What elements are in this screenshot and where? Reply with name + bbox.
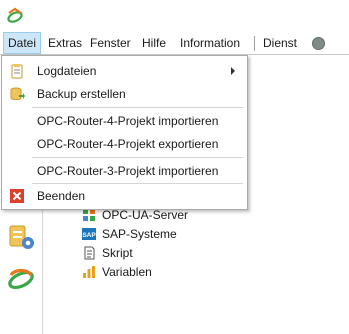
extensions-gear-icon[interactable] (7, 222, 37, 252)
app-logo-icon (7, 7, 23, 23)
menu-separator (32, 107, 243, 108)
close-icon (10, 189, 24, 203)
service-status-indicator[interactable] (312, 37, 325, 50)
menu-bar: Datei Extras Fenster Hilfe Information D… (0, 32, 349, 55)
sap-icon: SAP (82, 228, 96, 240)
svg-text:SAP: SAP (82, 232, 96, 239)
submenu-arrow-icon (231, 67, 235, 75)
menu-separator (254, 36, 255, 51)
script-icon (84, 246, 95, 260)
menu-item-opc4-import[interactable]: OPC-Router-4-Projekt importieren (2, 110, 247, 132)
menu-item-backup-erstellen[interactable]: Backup erstellen (2, 83, 247, 105)
variables-icon (83, 266, 95, 278)
menu-extras[interactable]: Extras (44, 32, 86, 54)
file-menu-dropdown: Logdateien Backup erstellen OPC-Router-4… (1, 55, 248, 210)
menu-item-opc4-export[interactable]: OPC-Router-4-Projekt exportieren (2, 133, 247, 155)
menu-item-beenden[interactable]: Beenden (2, 185, 247, 207)
title-bar (0, 0, 349, 32)
menu-item-opc3-import[interactable]: OPC-Router-3-Projekt importieren (2, 160, 247, 182)
menu-item-logdateien[interactable]: Logdateien (2, 60, 247, 82)
menu-information[interactable]: Information (176, 32, 244, 54)
logfile-icon (11, 64, 23, 79)
menu-fenster[interactable]: Fenster (86, 32, 135, 54)
backup-icon (10, 87, 25, 100)
menu-hilfe[interactable]: Hilfe (138, 32, 170, 54)
menu-separator (32, 183, 243, 184)
opc-ua-icon (83, 209, 95, 221)
menu-separator (32, 157, 243, 158)
menu-dienst[interactable]: Dienst (259, 32, 301, 54)
opc-router-logo-icon[interactable] (6, 265, 36, 295)
menu-datei[interactable]: Datei (3, 32, 42, 54)
